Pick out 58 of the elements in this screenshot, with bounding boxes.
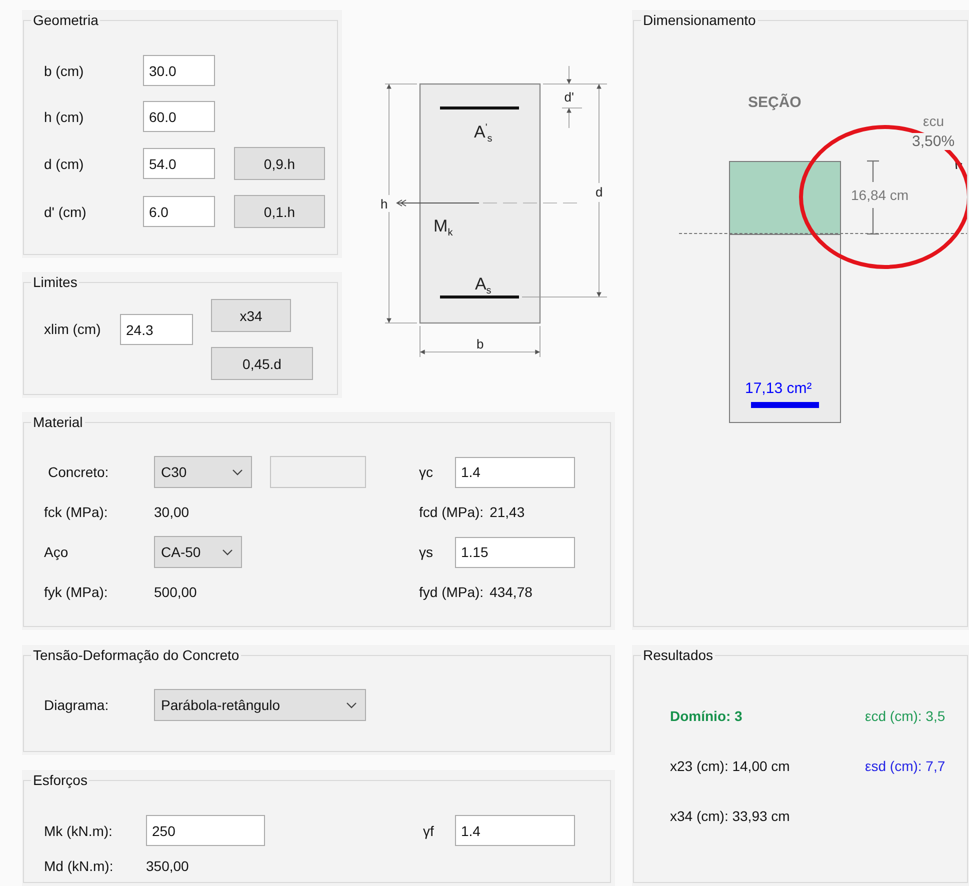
diagram-label: h <box>380 196 388 212</box>
diagram-label: A$_{s}$ <box>474 276 492 292</box>
field-label: γf <box>423 822 435 838</box>
number-input[interactable]: 30.0 <box>143 55 215 86</box>
field-label: xlim (cm) <box>44 321 102 337</box>
dropdown[interactable]: C30 <box>154 456 252 488</box>
chevron-down-icon <box>232 468 243 476</box>
section-title: SEÇÃO <box>748 94 802 111</box>
chevron-down-icon <box>222 548 233 556</box>
number-input[interactable]: 1.4 <box>455 815 575 846</box>
field-label: Mk (kN.m): <box>44 822 114 838</box>
result-text: εcd (cm): 3,5 <box>865 708 946 726</box>
field-label: Md (kN.m): <box>44 858 114 874</box>
field-value: 350,00 <box>146 858 190 874</box>
number-input[interactable]: 1.15 <box>455 536 575 568</box>
field-label: Diagrama: <box>44 697 110 713</box>
field-label: γs <box>419 544 434 560</box>
field-label: b (cm) <box>44 62 85 78</box>
preset-button[interactable]: x34 <box>211 299 291 332</box>
result-text: x34 (cm): 33,93 cm <box>670 808 791 826</box>
number-input[interactable]: 250 <box>146 815 265 846</box>
field-label: fyd (MPa): <box>419 584 484 600</box>
number-input[interactable]: 6.0 <box>143 196 215 227</box>
field-label: fyk (MPa): <box>44 584 109 600</box>
field-value: 21,43 <box>490 504 525 520</box>
strain-label: εcu <box>923 113 944 130</box>
field-label: Concreto: <box>47 464 110 480</box>
number-input[interactable]: 1.4 <box>455 456 575 488</box>
chevron-down-icon <box>346 702 357 708</box>
field-label: d' (cm) <box>44 204 88 220</box>
field-label: d (cm) <box>44 156 85 172</box>
diagram-label: d <box>596 184 603 200</box>
field-label: γc <box>419 464 434 480</box>
result-text: Domínio: 3 <box>670 708 744 726</box>
number-input[interactable]: 24.3 <box>120 314 193 345</box>
number-input[interactable]: 54.0 <box>143 148 215 179</box>
number-input[interactable]: 60.0 <box>143 101 215 132</box>
field-label: Aço <box>44 544 70 560</box>
dropdown[interactable]: Parábola-retângulo <box>154 689 366 721</box>
field-label: h (cm) <box>44 108 85 124</box>
diagram-label: M$_{k}$ <box>434 218 453 234</box>
field-label: fck (MPa): <box>44 504 109 520</box>
preset-button[interactable]: 0,45.d <box>211 347 313 380</box>
preset-button[interactable]: 0,1.h <box>234 195 325 228</box>
dimension-label: 16,84 cm <box>851 187 909 204</box>
result-text: εsd (cm): 7,7 <box>865 758 946 776</box>
diagram-label: d' <box>564 90 574 104</box>
field-label: fcd (MPa): <box>419 504 484 520</box>
preset-button[interactable]: 0,9.h <box>234 147 325 180</box>
dropdown[interactable]: CA-50 <box>154 536 242 568</box>
field-value: 434,78 <box>490 584 532 600</box>
field-value: 500,00 <box>154 584 198 600</box>
strain-value: 3,50% <box>912 133 955 150</box>
result-text: x23 (cm): 14,00 cm <box>670 758 791 776</box>
steel-bar <box>751 402 819 408</box>
field-value: 30,00 <box>154 504 190 520</box>
diagram-label: b <box>476 336 484 352</box>
steel-area: 17,13 cm² <box>745 380 812 397</box>
